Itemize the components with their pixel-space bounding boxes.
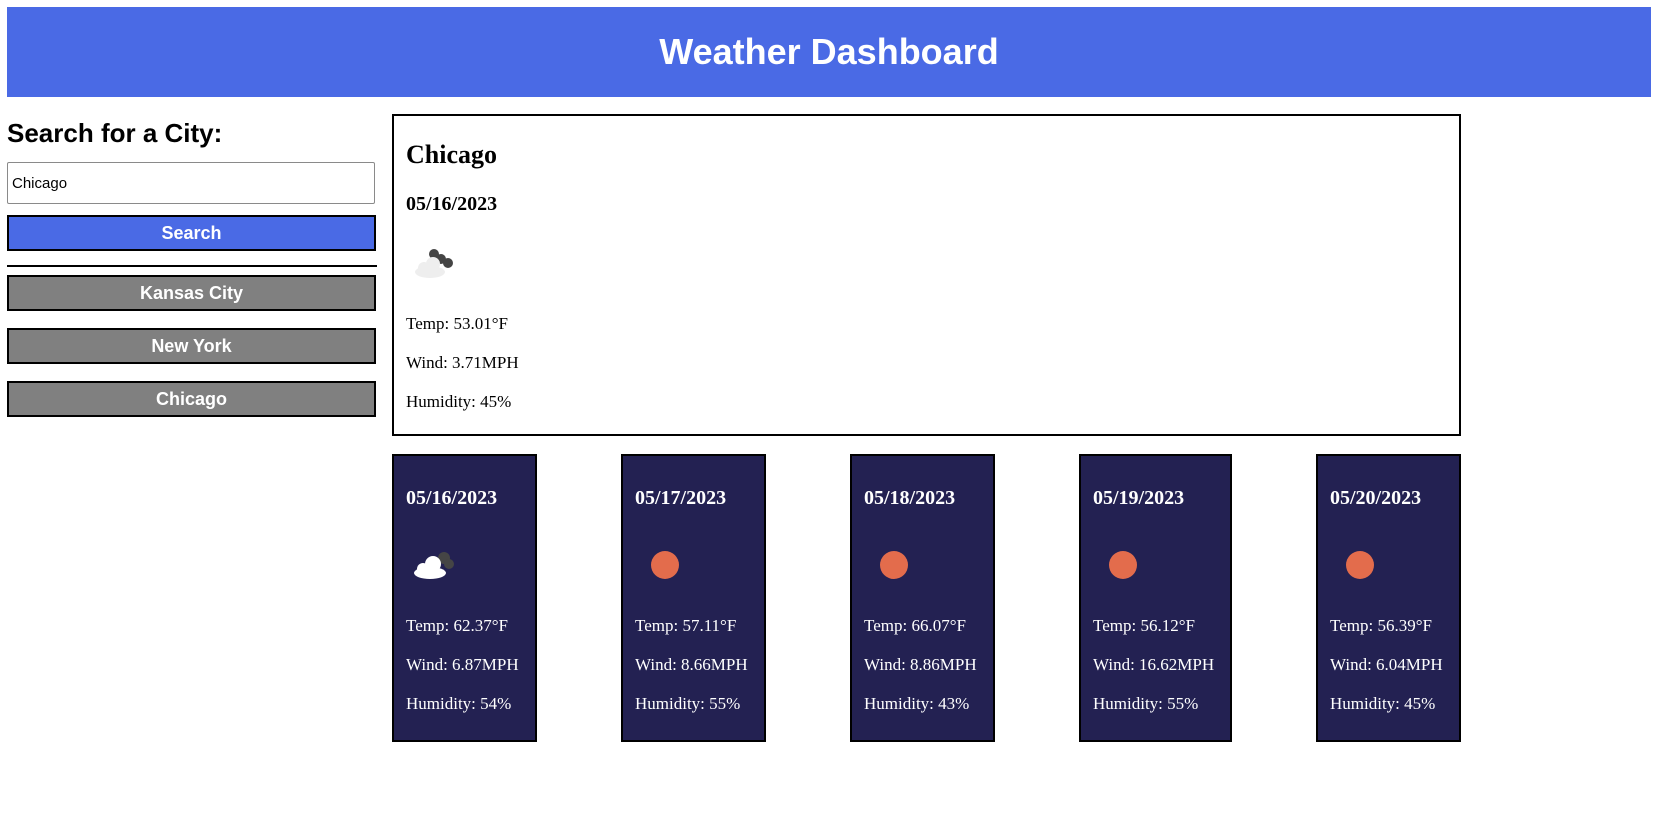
history-button-chicago[interactable]: Chicago — [7, 381, 376, 417]
forecast-wind: Wind: 6.87MPH — [406, 655, 519, 674]
forecast-wind: Wind: 6.04MPH — [1330, 655, 1443, 674]
forecast-temp: Temp: 56.12°F — [1093, 616, 1195, 635]
search-heading: Search for a City: — [7, 118, 223, 148]
history-button-new-york[interactable]: New York — [7, 328, 376, 364]
city-search-input[interactable] — [7, 162, 375, 204]
current-city-name: Chicago — [406, 140, 497, 169]
sun-icon — [651, 551, 679, 579]
forecast-date: 05/19/2023 — [1093, 487, 1185, 509]
forecast-card-5: 05/20/2023 Temp: 56.39°F Wind: 6.04MPH H… — [1316, 454, 1461, 742]
current-weather-card: Chicago 05/16/2023 Temp: 53.01°F Wind: 3… — [392, 114, 1461, 436]
current-humidity: Humidity: 45% — [406, 392, 512, 411]
app-header: Weather Dashboard — [7, 7, 1651, 97]
forecast-humidity: Humidity: 45% — [1330, 694, 1436, 713]
sun-icon — [880, 551, 908, 579]
sidebar-divider — [7, 265, 377, 267]
forecast-date: 05/20/2023 — [1330, 487, 1422, 509]
forecast-temp: Temp: 56.39°F — [1330, 616, 1432, 635]
sun-icon — [1109, 551, 1137, 579]
history-button-kansas-city[interactable]: Kansas City — [7, 275, 376, 311]
partly-cloudy-icon — [415, 249, 453, 278]
forecast-card-2: 05/17/2023 Temp: 57.11°F Wind: 8.66MPH H… — [621, 454, 766, 742]
forecast-wind: Wind: 8.66MPH — [635, 655, 748, 674]
current-date: 05/16/2023 — [406, 193, 498, 215]
forecast-humidity: Humidity: 55% — [1093, 694, 1199, 713]
forecast-humidity: Humidity: 54% — [406, 694, 512, 713]
forecast-temp: Temp: 62.37°F — [406, 616, 508, 635]
forecast-card-1: 05/16/2023 Temp: 62.37°F Wind: 6.87MPH H… — [392, 454, 537, 742]
current-temp: Temp: 53.01°F — [406, 314, 508, 333]
forecast-date: 05/18/2023 — [864, 487, 956, 509]
page-title: Weather Dashboard — [659, 31, 999, 72]
forecast-temp: Temp: 57.11°F — [635, 616, 737, 635]
search-button[interactable]: Search — [7, 215, 376, 251]
forecast-humidity: Humidity: 43% — [864, 694, 970, 713]
current-wind: Wind: 3.71MPH — [406, 353, 519, 372]
cloud-icon — [414, 552, 454, 579]
forecast-wind: Wind: 16.62MPH — [1093, 655, 1215, 674]
forecast-card-3: 05/18/2023 Temp: 66.07°F Wind: 8.86MPH H… — [850, 454, 995, 742]
forecast-date: 05/16/2023 — [406, 487, 498, 509]
forecast-date: 05/17/2023 — [635, 487, 727, 509]
forecast-temp: Temp: 66.07°F — [864, 616, 966, 635]
forecast-humidity: Humidity: 55% — [635, 694, 741, 713]
sun-icon — [1346, 551, 1374, 579]
forecast-card-4: 05/19/2023 Temp: 56.12°F Wind: 16.62MPH … — [1079, 454, 1232, 742]
forecast-wind: Wind: 8.86MPH — [864, 655, 977, 674]
